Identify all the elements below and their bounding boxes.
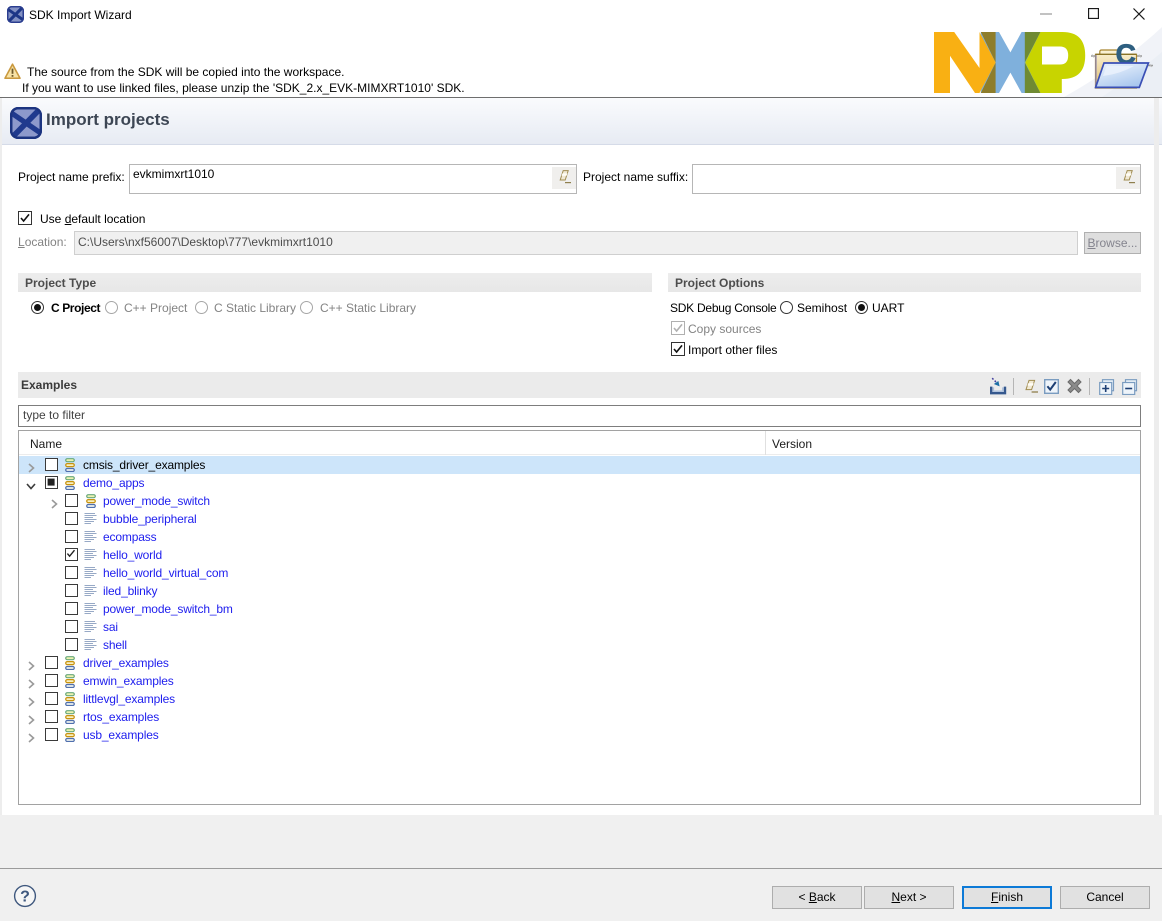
svg-text:?: ? bbox=[20, 889, 30, 906]
